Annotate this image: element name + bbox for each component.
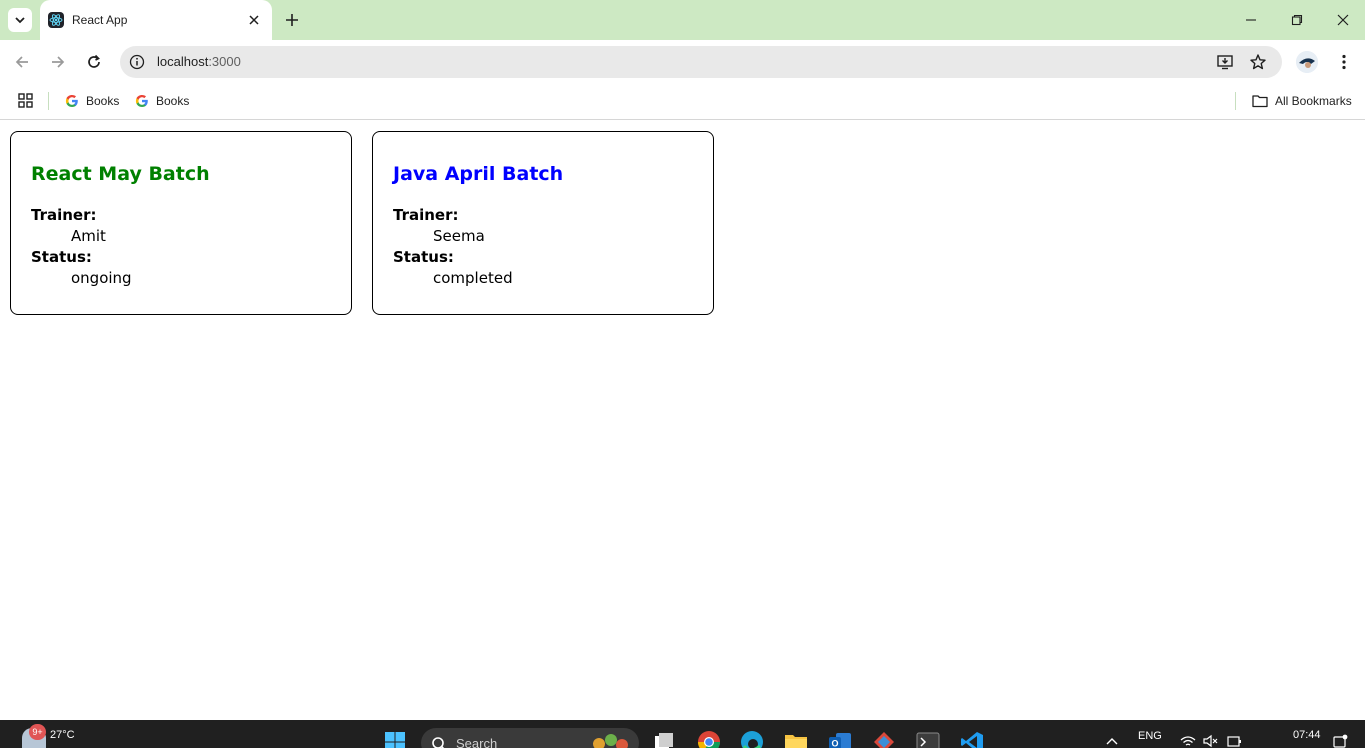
bookmark-books-2[interactable]: Books [135,92,189,110]
chevron-down-icon [15,17,25,24]
avatar-icon [1296,51,1318,73]
reload-icon [88,54,100,68]
minimize-icon [1246,19,1256,21]
restore-icon [1291,14,1303,26]
chevron-up-icon[interactable] [1104,734,1120,748]
bookmark-label: Books [86,94,120,108]
page-content: React May Batch Trainer: Amit Status: on… [0,121,1365,720]
notification-icon[interactable] [1332,734,1348,748]
outlook-icon[interactable]: O [828,730,852,748]
trainer-value: Seema [433,227,485,245]
status-label: Status: [393,248,454,266]
task-view-icon[interactable] [652,730,676,748]
folder-icon [1252,95,1268,108]
status-label: Status: [31,248,92,266]
google-icon [135,95,148,107]
search-label: Search [456,736,498,748]
batch-title: Java April Batch [393,163,564,185]
bookmarks-bar: Books Books All Bookmarks [0,84,1365,120]
react-logo-icon [48,12,64,28]
svg-text:O: O [831,739,838,748]
back-button[interactable] [12,52,32,72]
plus-icon [286,14,298,26]
search-icon [432,737,445,748]
battery-icon[interactable] [1226,734,1242,748]
batch-details: Trainer: Seema Status: completed [393,205,693,289]
tab-strip: React App [0,0,1365,40]
browser-menu-button[interactable] [1334,52,1354,72]
language-indicator[interactable]: ENG [1138,730,1162,742]
profile-avatar[interactable] [1296,51,1318,73]
google-icon [65,95,78,107]
windows-start-icon[interactable] [383,730,407,748]
weather-badge: 9+ [29,724,46,740]
status-value: completed [433,269,513,287]
chrome-icon[interactable] [697,730,721,748]
bookmark-label: Books [156,94,190,108]
tab-search-button[interactable] [8,8,32,32]
wifi-icon[interactable] [1180,734,1196,748]
star-icon [1250,54,1266,70]
windows-taskbar: 9+ 27°C Search O ENG 07:44 [0,720,1365,748]
batch-details: Trainer: Amit Status: ongoing [31,205,331,289]
minimize-button[interactable] [1241,10,1261,30]
url-host: localhost [157,54,209,69]
install-app-icon [1217,55,1233,70]
status-value: ongoing [71,269,132,287]
clock-time[interactable]: 07:44 [1293,729,1321,741]
trainer-value: Amit [71,227,106,245]
all-bookmarks-label: All Bookmarks [1275,94,1352,108]
volume-muted-icon[interactable] [1203,734,1219,748]
back-arrow-icon [15,56,28,68]
vscode-icon[interactable] [960,730,984,748]
all-bookmarks-button[interactable]: All Bookmarks [1252,92,1352,110]
tab-close-button[interactable] [246,12,262,28]
reload-button[interactable] [84,52,104,72]
restore-button[interactable] [1287,10,1307,30]
bookmark-star-button[interactable] [1248,52,1268,72]
batch-card: React May Batch Trainer: Amit Status: on… [10,131,352,315]
taskbar-search[interactable]: Search [421,728,639,748]
batch-card: Java April Batch Trainer: Seema Status: … [372,131,714,315]
batch-title: React May Batch [31,163,210,185]
url-port: :3000 [208,54,241,69]
trainer-label: Trainer: [393,206,459,224]
url-text[interactable]: localhost:3000 [157,54,241,69]
apps-grid-icon[interactable] [17,92,35,110]
close-icon [1337,14,1349,26]
bookmark-books-1[interactable]: Books [65,92,119,110]
kebab-menu-icon [1342,54,1346,70]
site-info-button[interactable] [128,53,146,71]
file-explorer-icon[interactable] [784,730,808,748]
browser-toolbar: localhost:3000 [0,40,1365,84]
trainer-label: Trainer: [31,206,97,224]
info-icon [129,54,145,70]
tab-react-app[interactable]: React App [40,0,272,40]
weather-temperature[interactable]: 27°C [50,729,75,741]
tab-title: React App [72,13,128,27]
close-icon [249,15,259,25]
bookmark-separator [1235,92,1236,110]
address-bar[interactable]: localhost:3000 [120,46,1282,78]
search-highlight-icon [593,734,628,748]
forward-button[interactable] [48,52,68,72]
close-window-button[interactable] [1333,10,1353,30]
bookmark-separator [48,92,49,110]
new-tab-button[interactable] [282,10,302,30]
install-app-button[interactable] [1215,52,1235,72]
forward-arrow-icon [52,56,65,68]
app-icon[interactable] [872,730,896,748]
terminal-icon[interactable] [916,730,940,748]
edge-icon[interactable] [740,730,764,748]
